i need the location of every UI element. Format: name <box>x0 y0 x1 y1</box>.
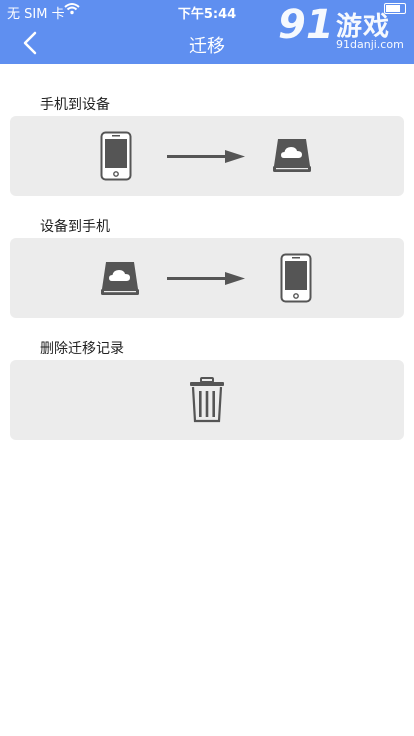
section-label-device-to-phone: 设备到手机 <box>40 219 110 235</box>
brand-watermark: 91 游戏 91danji.com <box>278 2 408 60</box>
arrow-right-icon <box>167 272 245 285</box>
cloud-drive-icon <box>101 262 139 295</box>
section-label-phone-to-device: 手机到设备 <box>40 97 110 113</box>
device-to-phone-card[interactable] <box>10 238 404 318</box>
delete-records-card[interactable] <box>10 360 404 440</box>
phone-icon <box>100 131 132 181</box>
phone-icon <box>280 253 312 303</box>
app-root: 无 SIM 卡 下午5:44 迁移 91 游戏 91danji.com 手机到设… <box>0 0 414 736</box>
cloud-drive-icon <box>273 139 311 172</box>
header-bar: 无 SIM 卡 下午5:44 迁移 91 游戏 91danji.com <box>0 0 414 64</box>
section-label-delete-records: 删除迁移记录 <box>40 341 124 357</box>
trash-icon <box>190 377 224 423</box>
brand-logo-number: 91 <box>278 2 334 48</box>
arrow-right-icon <box>167 150 245 163</box>
brand-logo-url: 91danji.com <box>336 38 404 51</box>
phone-to-device-card[interactable] <box>10 116 404 196</box>
